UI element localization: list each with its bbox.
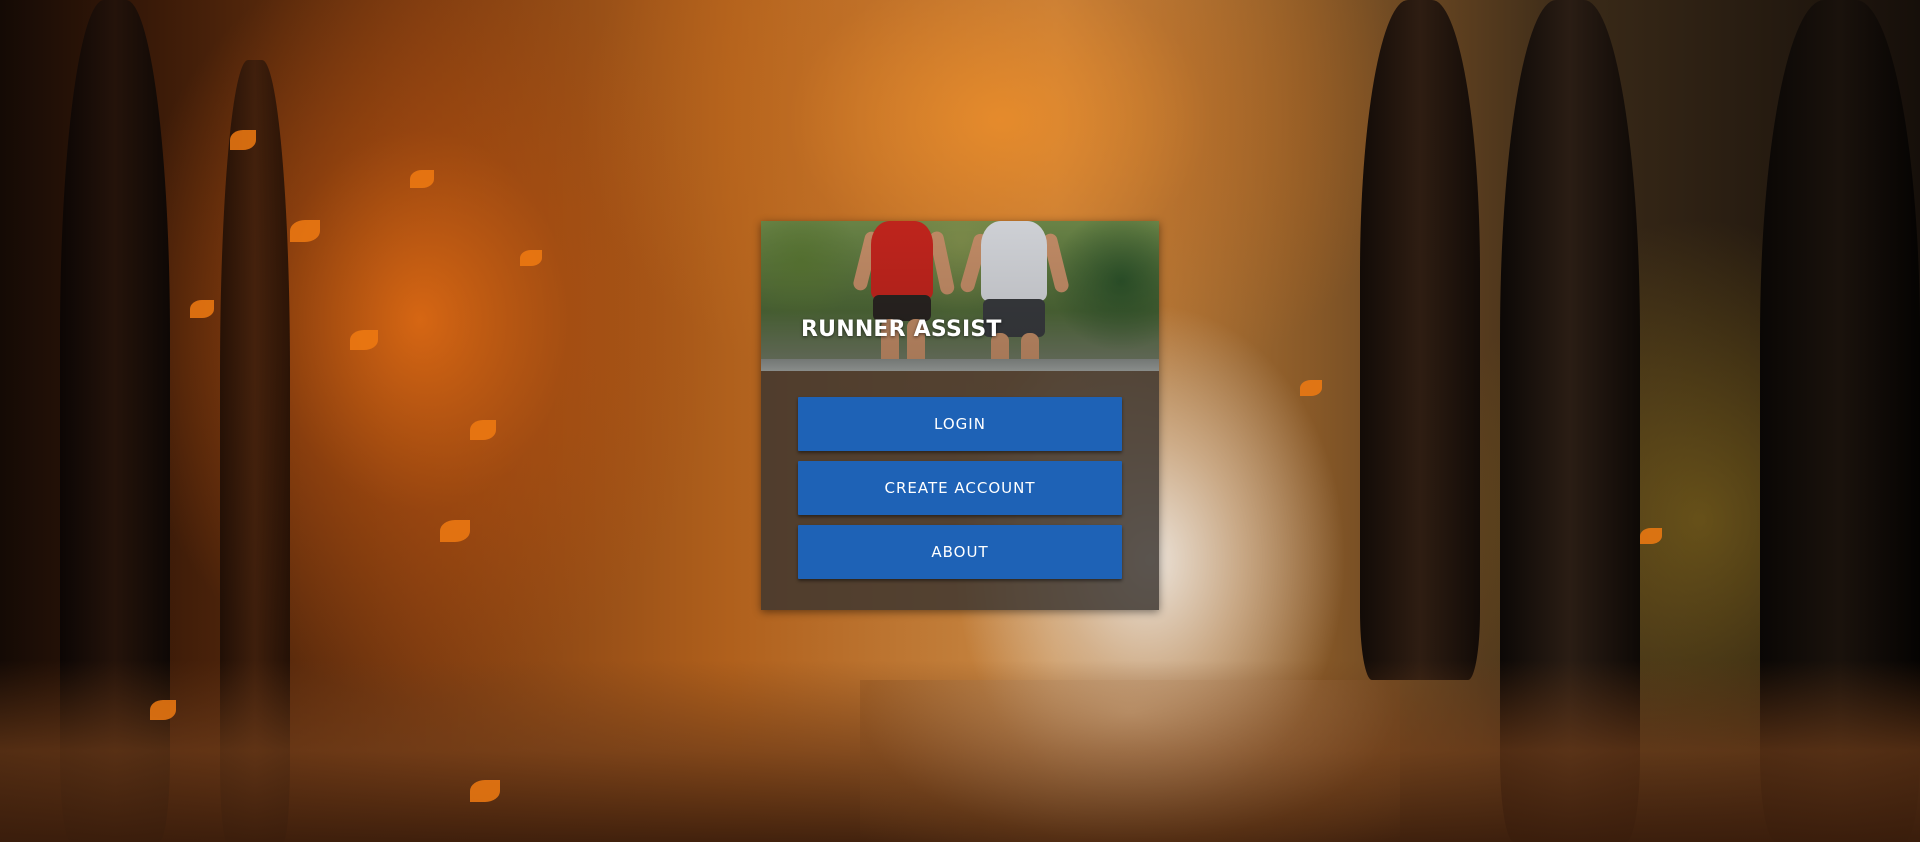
forest-path <box>860 680 1400 842</box>
card-header-image: RUNNER ASSIST <box>761 221 1159 371</box>
welcome-card: RUNNER ASSIST LOGIN CREATE ACCOUNT ABOUT <box>761 221 1159 610</box>
leaf-decoration <box>440 520 470 542</box>
create-account-button[interactable]: CREATE ACCOUNT <box>798 461 1122 515</box>
leaf-decoration <box>150 700 176 720</box>
leaf-decoration <box>520 250 542 266</box>
menu-buttons: LOGIN CREATE ACCOUNT ABOUT <box>798 397 1122 579</box>
about-button[interactable]: ABOUT <box>798 525 1122 579</box>
leaf-decoration <box>1300 380 1322 396</box>
leaf-decoration <box>190 300 214 318</box>
leaf-decoration <box>230 130 256 150</box>
leaf-decoration <box>290 220 320 242</box>
app-title: RUNNER ASSIST <box>801 317 1002 342</box>
leaf-decoration <box>350 330 378 350</box>
tree-trunk <box>1360 0 1480 680</box>
leaf-decoration <box>1640 528 1662 544</box>
login-button[interactable]: LOGIN <box>798 397 1122 451</box>
leaf-decoration <box>470 420 496 440</box>
leaf-decoration <box>470 780 500 802</box>
leaf-decoration <box>410 170 434 188</box>
